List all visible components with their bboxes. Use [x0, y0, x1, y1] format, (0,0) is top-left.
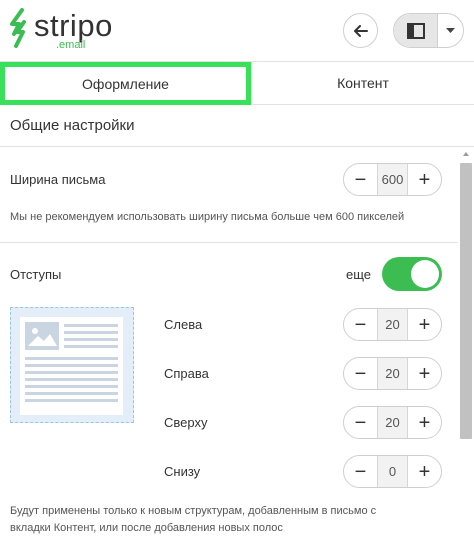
image-placeholder-icon — [25, 322, 59, 350]
padding-right-minus-button[interactable]: − — [344, 358, 377, 389]
chevron-down-icon — [446, 27, 455, 33]
padding-left-value[interactable]: 20 — [377, 309, 408, 340]
padding-note-line-1: Будут применены только к новым структура… — [10, 505, 377, 517]
section-title: Общие настройки — [0, 105, 474, 147]
padding-preview-image — [10, 307, 134, 423]
padding-right-plus-button[interactable]: + — [408, 358, 441, 389]
padding-top-label: Сверху — [164, 415, 208, 430]
panel-tabs: Оформление Контент — [0, 62, 474, 105]
email-width-label: Ширина письма — [10, 172, 106, 187]
stripo-logo: stripo .email — [8, 8, 113, 51]
logo-wordmark: stripo — [34, 8, 113, 43]
scroll-up-icon[interactable] — [463, 152, 469, 156]
layout-dropdown-button[interactable] — [438, 14, 463, 47]
padding-right-value[interactable]: 20 — [377, 358, 408, 389]
padding-left-plus-button[interactable]: + — [408, 309, 441, 340]
divider — [0, 242, 458, 243]
padding-top-stepper: − 20 + — [343, 406, 442, 439]
email-width-stepper: − 600 + — [343, 163, 442, 196]
email-width-value[interactable]: 600 — [377, 164, 408, 195]
padding-right-label: Справа — [164, 366, 209, 381]
toggle-knob — [411, 260, 439, 288]
layout-panel-icon — [406, 22, 425, 39]
padding-bottom-value[interactable]: 0 — [377, 456, 408, 487]
padding-left-stepper: − 20 + — [343, 308, 442, 341]
padding-bottom-minus-button[interactable]: − — [344, 456, 377, 487]
tab-design[interactable]: Оформление — [0, 62, 251, 105]
padding-note: Будут применены только к новым структура… — [10, 503, 376, 537]
padding-label: Отступы — [10, 267, 62, 282]
padding-top-minus-button[interactable]: − — [344, 407, 377, 438]
arrow-left-icon — [353, 24, 368, 37]
more-toggle-label: еще — [346, 267, 372, 282]
email-width-note: Мы не рекомендуем использовать ширину пи… — [10, 211, 405, 223]
padding-note-line-2: вкладки Контент, или после добавления но… — [10, 522, 283, 534]
layout-toggle-button[interactable] — [393, 13, 464, 48]
padding-right-stepper: − 20 + — [343, 357, 442, 390]
padding-bottom-label: Снизу — [164, 464, 201, 479]
email-width-plus-button[interactable]: + — [408, 164, 441, 195]
stripo-logo-icon — [10, 8, 26, 48]
padding-left-label: Слева — [164, 317, 203, 332]
back-button[interactable] — [343, 13, 378, 48]
padding-top-value[interactable]: 20 — [377, 407, 408, 438]
padding-bottom-stepper: − 0 + — [343, 455, 442, 488]
tab-content[interactable]: Контент — [251, 62, 474, 104]
layout-mode-button[interactable] — [394, 14, 438, 47]
app-header: stripo .email — [0, 0, 474, 62]
scrollbar-thumb[interactable] — [460, 163, 472, 439]
padding-bottom-plus-button[interactable]: + — [408, 456, 441, 487]
more-toggle-switch[interactable] — [382, 257, 442, 291]
email-width-minus-button[interactable]: − — [344, 164, 377, 195]
padding-top-plus-button[interactable]: + — [408, 407, 441, 438]
padding-left-minus-button[interactable]: − — [344, 309, 377, 340]
